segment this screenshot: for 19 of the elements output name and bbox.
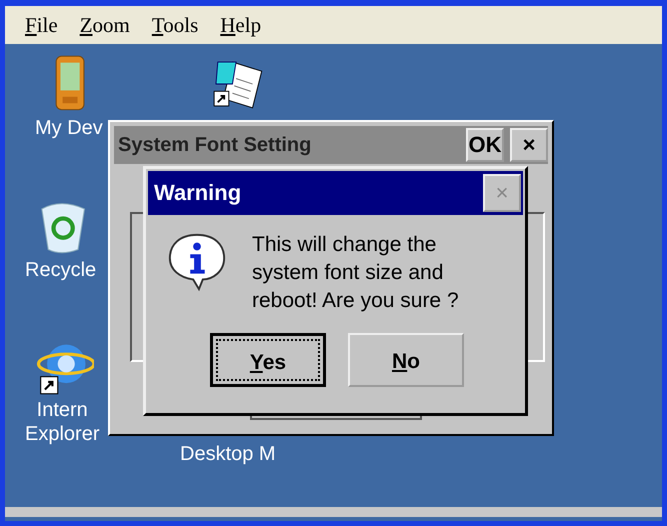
message-text: reboot! Are you sure ?: [252, 288, 459, 314]
menu-item[interactable]: Zoom: [80, 12, 130, 38]
menu-item[interactable]: File: [25, 12, 58, 38]
message-text: system font size and: [252, 260, 444, 286]
close-button[interactable]: ×: [510, 128, 548, 162]
icon-label: Recycle: [25, 258, 96, 282]
dialog-title: Warning: [154, 180, 242, 206]
menu-item[interactable]: Tools: [152, 12, 198, 38]
menu-item[interactable]: Help: [220, 12, 262, 38]
icon-label: Desktop M: [180, 442, 276, 466]
info-icon: [166, 231, 228, 293]
dialog-button[interactable]: Yes: [210, 333, 326, 387]
message-text: This will change the: [252, 232, 438, 258]
ok-button[interactable]: OK: [466, 128, 504, 162]
icon-label: Intern: [36, 398, 88, 422]
dialog-button[interactable]: No: [348, 333, 464, 387]
icon-label: My Dev: [35, 116, 103, 140]
window-title: System Font Setting: [118, 134, 312, 156]
icon-label: Explorer: [25, 422, 100, 446]
